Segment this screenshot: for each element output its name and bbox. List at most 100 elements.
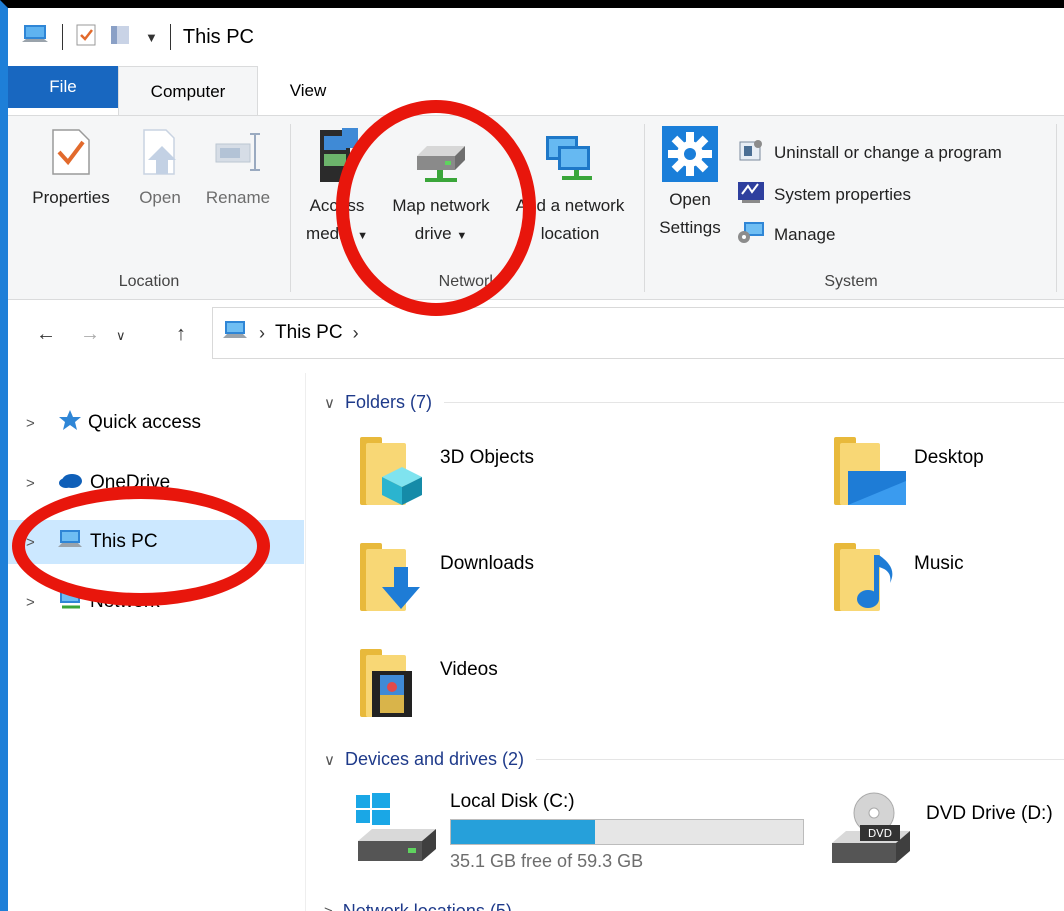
open-label: Open bbox=[139, 188, 181, 207]
folders-section-header[interactable]: ∨ Folders (7) bbox=[324, 392, 1064, 413]
uninstall-program-button[interactable]: Uninstall or change a program bbox=[736, 138, 1002, 167]
folder-quick-icon[interactable] bbox=[109, 23, 131, 52]
svg-text:DVD: DVD bbox=[868, 827, 892, 840]
folder-label-3d-objects: 3D Objects bbox=[440, 447, 534, 468]
star-icon bbox=[58, 409, 82, 437]
rename-button[interactable]: Rename bbox=[198, 126, 278, 212]
access-media-button[interactable]: Access media ▼ bbox=[298, 126, 376, 250]
group-system: Open Settings Uninstall or change a prog… bbox=[646, 116, 1056, 301]
expand-arrow-icon[interactable]: > bbox=[26, 534, 46, 551]
tab-view[interactable]: View bbox=[258, 66, 358, 116]
devices-header-label: Devices and drives (2) bbox=[344, 749, 525, 769]
breadcrumb-this-pc[interactable]: This PC bbox=[275, 322, 343, 344]
folder-tile[interactable]: 3D Objects bbox=[360, 437, 534, 505]
network-locations-header-label: Network locations (5) bbox=[342, 901, 512, 911]
drive-label-local-disk: Local Disk (C:) bbox=[450, 791, 575, 812]
sidebar-item-this-pc[interactable]: > This PC bbox=[8, 520, 304, 564]
manage-label: Manage bbox=[774, 224, 836, 244]
drive-label-dvd: DVD Drive (D:) bbox=[926, 803, 1053, 824]
map-drive-label-2: drive bbox=[414, 224, 452, 243]
up-arrow-icon[interactable]: ↑ bbox=[176, 323, 186, 346]
music-folder-icon bbox=[834, 543, 898, 611]
expand-caret-icon[interactable]: > bbox=[324, 903, 333, 911]
this-pc-address-icon bbox=[223, 319, 249, 347]
folder-tile[interactable]: Music bbox=[834, 543, 964, 611]
folder-tile[interactable]: Videos bbox=[360, 649, 498, 717]
devices-section-header[interactable]: ∨ Devices and drives (2) bbox=[324, 749, 1064, 770]
open-settings-label-2: Settings bbox=[659, 218, 721, 237]
recent-locations-icon[interactable]: ∨ bbox=[116, 328, 126, 344]
access-media-label-2: media bbox=[306, 224, 353, 243]
content-pane: ∨ Folders (7) 3D Objects Desktop Downloa… bbox=[308, 373, 1064, 911]
dvd-drive-icon: DVD bbox=[826, 791, 912, 867]
group-network: Access media ▼ Map network drive ▼ Add a… bbox=[292, 116, 644, 301]
breadcrumb-chevron-icon[interactable]: › bbox=[259, 323, 265, 344]
collapse-caret-icon[interactable]: ∨ bbox=[324, 751, 335, 769]
group-system-label: System bbox=[824, 273, 878, 290]
tab-computer[interactable]: Computer bbox=[118, 66, 258, 116]
network-drive-icon bbox=[411, 126, 471, 188]
uninstall-program-icon bbox=[736, 138, 766, 167]
cloud-icon bbox=[58, 471, 84, 495]
folder-label-videos: Videos bbox=[440, 659, 498, 680]
sidebar-label-quick-access: Quick access bbox=[88, 412, 201, 433]
breadcrumb-chevron-icon-2[interactable]: › bbox=[353, 323, 359, 344]
address-bar[interactable]: › This PC › bbox=[212, 307, 1064, 359]
drive-usage-fill bbox=[451, 820, 596, 844]
expand-arrow-icon[interactable]: > bbox=[26, 415, 46, 432]
manage-button[interactable]: Manage bbox=[736, 220, 835, 249]
map-network-drive-button[interactable]: Map network drive ▼ bbox=[378, 126, 504, 250]
map-drive-label-1: Map network bbox=[392, 196, 490, 215]
access-media-dropdown-icon: ▼ bbox=[357, 230, 368, 242]
back-arrow-icon[interactable]: ← bbox=[36, 323, 56, 346]
folder-label-desktop: Desktop bbox=[914, 447, 984, 468]
folder-tile[interactable]: Desktop bbox=[834, 437, 984, 505]
properties-quick-icon[interactable] bbox=[75, 23, 97, 52]
settings-gear-icon bbox=[662, 126, 718, 182]
system-properties-button[interactable]: System properties bbox=[736, 180, 911, 209]
sidebar-item-quick-access[interactable]: > Quick access bbox=[8, 401, 304, 445]
sidebar-item-network[interactable]: > Network bbox=[8, 580, 304, 624]
add-location-label-2: location bbox=[540, 224, 600, 243]
computer-icon bbox=[58, 528, 84, 556]
rename-icon bbox=[210, 126, 266, 178]
add-network-location-button[interactable]: Add a network location bbox=[504, 126, 636, 248]
collapse-caret-icon[interactable]: ∨ bbox=[324, 394, 335, 412]
folder-label-downloads: Downloads bbox=[440, 553, 534, 574]
open-icon bbox=[138, 126, 182, 178]
expand-arrow-icon[interactable]: > bbox=[26, 594, 46, 611]
ribbon-tabs: File Computer View bbox=[8, 66, 1064, 116]
system-properties-icon bbox=[736, 180, 766, 209]
computer-icon[interactable] bbox=[22, 23, 50, 52]
network-location-icon bbox=[542, 126, 598, 188]
window-title: This PC bbox=[182, 25, 254, 48]
map-drive-dropdown-icon: ▼ bbox=[456, 230, 468, 242]
tab-file[interactable]: File bbox=[8, 66, 118, 108]
sidebar-item-onedrive[interactable]: > OneDrive bbox=[8, 461, 304, 505]
videos-folder-icon bbox=[360, 649, 424, 717]
forward-arrow-icon[interactable]: → bbox=[80, 323, 100, 346]
sidebar-label-network: Network bbox=[90, 591, 160, 612]
open-settings-button[interactable]: Open Settings bbox=[650, 126, 730, 242]
file-explorer-window: ▼ This PC File Computer View Properties … bbox=[0, 0, 1064, 911]
uninstall-label: Uninstall or change a program bbox=[774, 142, 1002, 162]
folder-tile[interactable]: Downloads bbox=[360, 543, 534, 611]
network-locations-section-header[interactable]: > Network locations (5) bbox=[324, 901, 1064, 911]
rename-label: Rename bbox=[205, 188, 271, 207]
folders-header-label: Folders (7) bbox=[344, 392, 433, 412]
drive-tile-local-disk[interactable]: Local Disk (C:) 35.1 GB free of 59.3 GB bbox=[352, 791, 804, 872]
network-icon bbox=[58, 588, 84, 616]
system-properties-label: System properties bbox=[774, 184, 911, 204]
properties-button[interactable]: Properties bbox=[26, 126, 116, 212]
ribbon: Properties Open Rename Location Access m… bbox=[8, 115, 1064, 300]
open-button[interactable]: Open bbox=[128, 126, 192, 212]
drive-tile-dvd[interactable]: DVD DVD Drive (D:) bbox=[826, 791, 1053, 867]
manage-computer-icon bbox=[736, 220, 766, 249]
drive-usage-bar bbox=[450, 819, 804, 845]
downloads-folder-icon bbox=[360, 543, 424, 611]
title-bar: ▼ This PC bbox=[8, 8, 1064, 66]
expand-arrow-icon[interactable]: > bbox=[26, 475, 46, 492]
media-icon bbox=[312, 126, 362, 188]
group-network-label: Network bbox=[438, 273, 498, 290]
customize-quick-access-icon[interactable]: ▼ bbox=[145, 30, 158, 45]
